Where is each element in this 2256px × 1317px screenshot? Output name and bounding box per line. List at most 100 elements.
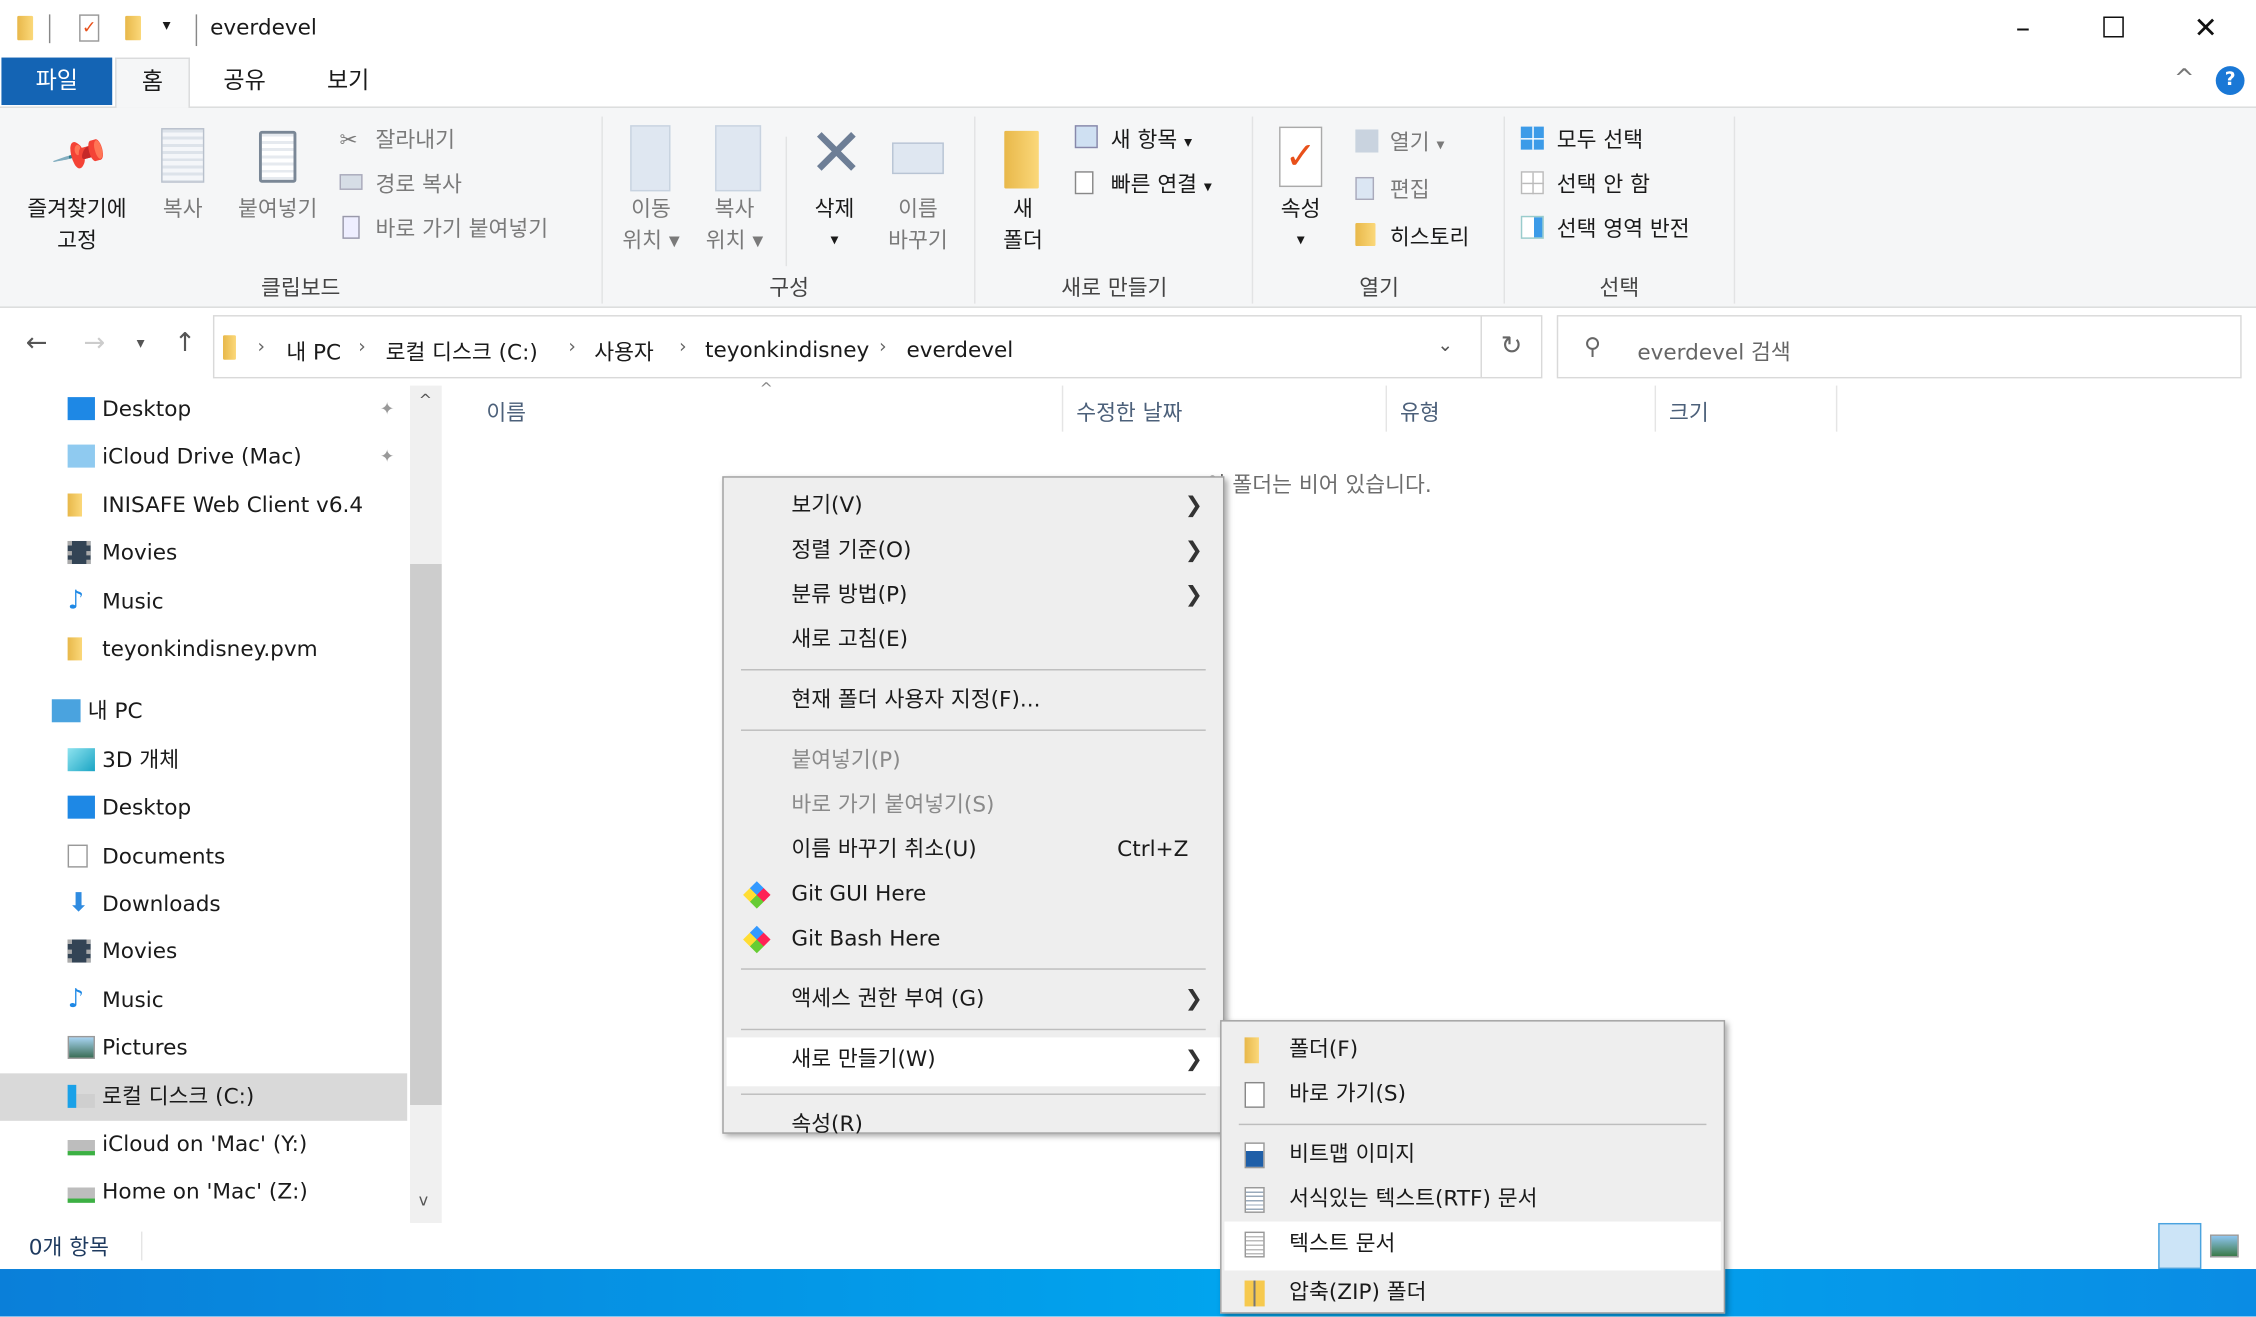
nav-item[interactable]: Home on 'Mac' (Z:)	[0, 1169, 407, 1216]
chevron-right-icon[interactable]: ›	[258, 337, 265, 359]
menu-item[interactable]: Git GUI Here	[727, 872, 1221, 917]
minimize-button[interactable]: –	[1990, 6, 2056, 49]
properties-quick-icon[interactable]: ✓	[79, 14, 100, 42]
details-view-button[interactable]	[2158, 1222, 2202, 1270]
delete-button[interactable]: 삭제 ▾	[799, 193, 871, 256]
nav-item[interactable]: Desktop ✦	[0, 386, 407, 433]
properties-button[interactable]: 속성 ▾	[1266, 193, 1335, 256]
nav-item[interactable]: Pictures	[0, 1025, 407, 1072]
tab-home[interactable]: 홈	[115, 57, 190, 108]
paste-button[interactable]: 붙여넣기	[227, 193, 328, 225]
move-to-button[interactable]: 이동 위치 ▾	[611, 193, 690, 256]
new-folder-quick-icon[interactable]	[125, 15, 142, 41]
menu-item[interactable]: 속성(R)	[727, 1102, 1221, 1147]
search-box[interactable]: ⚲ everdevel 검색	[1556, 315, 2242, 379]
menu-item[interactable]: 분류 방법(P) ❯	[727, 573, 1221, 618]
column-divider[interactable]	[1654, 385, 1657, 432]
menu-item[interactable]: 새로 만들기(W) ❯	[726, 1037, 1221, 1087]
pin-icon[interactable]: ✦	[380, 434, 394, 481]
nav-item[interactable]: Desktop	[0, 784, 407, 831]
menu-item[interactable]: 압축(ZIP) 폴더	[1224, 1270, 1720, 1315]
menu-item[interactable]: Git Bash Here	[727, 917, 1221, 962]
select-all-button[interactable]: 모두 선택	[1557, 125, 1643, 154]
open-button[interactable]: 열기 ▾	[1390, 128, 1445, 160]
column-divider[interactable]	[1385, 385, 1388, 432]
refresh-button[interactable]: ↻	[1480, 315, 1543, 379]
select-none-button[interactable]: 선택 안 함	[1557, 170, 1650, 199]
up-button[interactable]: ↑	[174, 328, 196, 358]
tab-file[interactable]: 파일	[1, 57, 113, 106]
menu-item[interactable]: 서식있는 텍스트(RTF) 문서	[1224, 1177, 1720, 1222]
customize-quick-access-dropdown[interactable]: ▾	[163, 16, 171, 35]
tab-share[interactable]: 공유	[209, 58, 281, 105]
breadcrumb-item[interactable]: everdevel	[906, 337, 1013, 363]
column-divider[interactable]	[1835, 385, 1838, 432]
nav-item[interactable]: ⬇ Downloads	[0, 881, 407, 928]
nav-item[interactable]: teyonkindisney.pvm	[0, 626, 407, 673]
cut-button[interactable]: 잘라내기	[376, 125, 455, 154]
menu-item[interactable]: 정렬 기준(O) ❯	[727, 528, 1221, 573]
menu-item[interactable]: 바로 가기(S)	[1224, 1072, 1720, 1117]
rename-button[interactable]: 이름 바꾸기	[878, 193, 959, 256]
pin-to-quick-access-button[interactable]: 즐겨찾기에 고정	[9, 193, 146, 256]
menu-item[interactable]: 보기(V) ❯	[727, 483, 1221, 528]
address-bar[interactable]: › 내 PC › 로컬 디스크 (C:) › 사용자 › teyonkindis…	[212, 315, 1482, 379]
scroll-up-button[interactable]: ^	[419, 391, 432, 410]
copy-to-button[interactable]: 복사 위치 ▾	[695, 193, 774, 256]
easy-access-button[interactable]: 빠른 연결 ▾	[1111, 170, 1212, 202]
nav-item[interactable]: iCloud Drive (Mac) ✦	[0, 434, 407, 481]
maximize-button[interactable]: ☐	[2081, 6, 2147, 49]
column-header-type[interactable]: 유형	[1400, 397, 1440, 427]
column-header-date-modified[interactable]: 수정한 날짜	[1076, 397, 1182, 427]
column-header-size[interactable]: 크기	[1669, 397, 1709, 427]
column-divider[interactable]	[1061, 385, 1064, 432]
nav-item[interactable]: 3D 개체	[0, 736, 407, 783]
nav-item[interactable]: ♪ Music	[0, 578, 407, 625]
copy-path-button[interactable]: 경로 복사	[376, 170, 462, 199]
menu-item[interactable]: 비트맵 이미지	[1224, 1132, 1720, 1177]
edit-button[interactable]: 편집	[1390, 176, 1430, 205]
new-folder-button[interactable]: 새 폴더	[990, 193, 1056, 256]
invert-selection-button[interactable]: 선택 영역 반전	[1557, 214, 1690, 243]
menu-item[interactable]: 텍스트 문서	[1224, 1221, 1721, 1271]
menu-item[interactable]: 폴더(F)	[1224, 1027, 1720, 1072]
menu-item[interactable]: 현재 폴더 사용자 지정(F)...	[727, 678, 1221, 723]
recent-locations-dropdown[interactable]: ▾	[137, 334, 145, 353]
scroll-down-button[interactable]: v	[419, 1191, 428, 1210]
menu-item[interactable]: 액세스 권한 부여 (G) ❯	[727, 977, 1221, 1022]
search-input[interactable]: everdevel 검색	[1637, 337, 1790, 367]
nav-item[interactable]: 내 PC	[0, 688, 407, 735]
column-header-name[interactable]: 이름	[486, 397, 526, 427]
breadcrumb-item[interactable]: 내 PC	[286, 337, 341, 367]
chevron-right-icon[interactable]: ›	[358, 337, 365, 359]
large-icons-view-button[interactable]	[2209, 1234, 2239, 1258]
history-button[interactable]: 히스토리	[1390, 223, 1469, 252]
forward-button[interactable]: →	[83, 328, 105, 358]
copy-button[interactable]: 복사	[151, 193, 214, 225]
nav-item[interactable]: 로컬 디스크 (C:)	[0, 1072, 408, 1121]
nav-item[interactable]: Documents	[0, 832, 407, 879]
paste-shortcut-button[interactable]: 바로 가기 붙여넣기	[376, 214, 549, 243]
new-item-button[interactable]: 새 항목 ▾	[1111, 125, 1192, 157]
help-button[interactable]: ?	[2215, 66, 2245, 95]
close-button[interactable]: ✕	[2173, 6, 2239, 49]
chevron-right-icon[interactable]: ›	[679, 337, 686, 359]
scrollbar-thumb[interactable]	[410, 564, 442, 1105]
menu-item[interactable]: 이름 바꾸기 취소(U) Ctrl+Z	[727, 827, 1221, 872]
breadcrumb-item[interactable]: 사용자	[594, 337, 654, 367]
nav-scrollbar[interactable]: ^ v	[410, 385, 442, 1223]
collapse-ribbon-button[interactable]: ^	[2174, 65, 2195, 94]
chevron-right-icon[interactable]: ›	[879, 337, 886, 359]
breadcrumb-item[interactable]: 로컬 디스크 (C:)	[386, 337, 538, 367]
nav-item[interactable]: INISAFE Web Client v6.4	[0, 482, 407, 529]
nav-item[interactable]: iCloud on 'Mac' (Y:)	[0, 1121, 407, 1168]
breadcrumb-item[interactable]: teyonkindisney	[705, 337, 869, 363]
menu-item[interactable]: 새로 고침(E)	[727, 617, 1221, 662]
pin-icon[interactable]: ✦	[380, 386, 394, 433]
nav-item[interactable]: Movies	[0, 530, 407, 577]
chevron-right-icon[interactable]: ›	[568, 337, 575, 359]
nav-item[interactable]: Movies	[0, 929, 407, 976]
address-history-dropdown[interactable]: ⌄	[1437, 335, 1453, 357]
nav-item[interactable]: ♪ Music	[0, 977, 407, 1024]
tab-view[interactable]: 보기	[312, 58, 384, 105]
